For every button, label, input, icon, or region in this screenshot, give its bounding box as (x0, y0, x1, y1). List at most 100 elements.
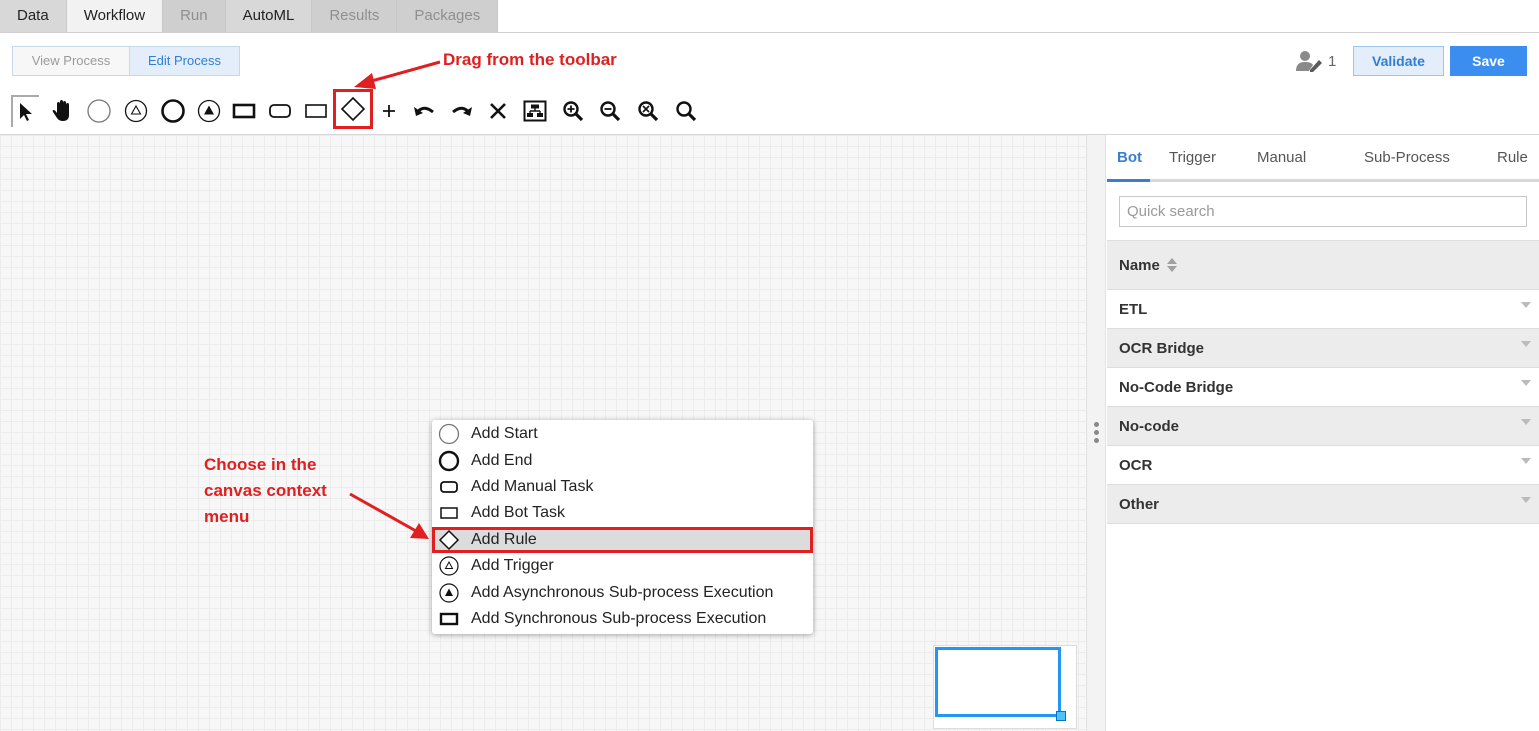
annotation-line: menu (204, 507, 250, 526)
sync-subprocess-tool[interactable] (227, 92, 261, 130)
start-event-tool[interactable] (82, 92, 116, 130)
delete-icon (490, 103, 506, 119)
row-label: OCR Bridge (1119, 339, 1205, 357)
canvas-context-menu: Add Start Add End Add Manual Task Add Bo… (432, 420, 813, 634)
menu-item-add-async-subprocess[interactable]: Add Asynchronous Sub-process Execution (432, 579, 813, 605)
row-label: No-code (1119, 417, 1179, 435)
redo-icon (452, 106, 472, 116)
pointer-tool[interactable] (11, 95, 39, 127)
tab-bot[interactable]: Bot (1117, 149, 1142, 166)
menu-item-label: Add Trigger (471, 557, 554, 575)
bot-task-tool[interactable] (299, 92, 333, 130)
zoom-fit-icon (638, 101, 659, 122)
async-subprocess-icon (438, 582, 460, 604)
top-tab-bar: Data Workflow Run AutoML Results Package… (0, 0, 499, 32)
list-item[interactable]: No-code (1107, 407, 1539, 446)
zoom-reset-icon (676, 101, 697, 122)
tab-manual[interactable]: Manual (1257, 149, 1306, 166)
menu-item-add-end[interactable]: Add End (432, 447, 813, 473)
save-button[interactable]: Save (1450, 46, 1527, 76)
trigger-event-icon (438, 555, 460, 577)
start-event-icon (438, 423, 460, 445)
menu-item-label: Add Asynchronous Sub-process Execution (471, 583, 774, 601)
undo-button[interactable] (408, 92, 442, 130)
active-editors[interactable]: 1 (1296, 50, 1336, 72)
zoom-out-button[interactable] (593, 92, 627, 130)
row-label: Other (1119, 495, 1160, 513)
hand-tool[interactable] (46, 92, 80, 130)
column-header-label: Name (1119, 256, 1160, 274)
minimap-viewport[interactable] (935, 647, 1061, 717)
tab-sub-process[interactable]: Sub-Process (1364, 149, 1450, 166)
tab-data[interactable]: Data (0, 0, 67, 32)
bot-task-icon (305, 104, 327, 118)
annotation-toolbar-note: Drag from the toolbar (443, 50, 617, 69)
chevron-down-icon[interactable] (1521, 380, 1531, 386)
user-edit-icon (1296, 51, 1322, 72)
menu-item-add-bot-task[interactable]: Add Bot Task (432, 500, 813, 526)
chevron-down-icon[interactable] (1521, 497, 1531, 503)
menu-item-add-sync-subprocess[interactable]: Add Synchronous Sub-process Execution (432, 606, 813, 632)
top-divider (0, 32, 1539, 33)
tab-workflow[interactable]: Workflow (66, 0, 164, 32)
chevron-down-icon[interactable] (1521, 341, 1531, 347)
manual-task-icon (269, 104, 291, 118)
menu-item-add-start[interactable]: Add Start (432, 421, 813, 447)
rule-gateway-icon (438, 529, 460, 551)
undo-icon (414, 106, 434, 116)
chevron-down-icon[interactable] (1521, 419, 1531, 425)
end-event-tool[interactable] (156, 92, 190, 130)
pointer-icon (20, 103, 32, 121)
tab-trigger[interactable]: Trigger (1169, 149, 1216, 166)
sort-icon[interactable] (1166, 257, 1178, 273)
active-tab-indicator (1107, 179, 1150, 182)
hand-pan-icon (52, 100, 69, 121)
menu-item-label: Add Start (471, 425, 538, 443)
list-item[interactable]: OCR Bridge (1107, 329, 1539, 368)
tab-packages[interactable]: Packages (397, 0, 499, 32)
add-tool[interactable] (372, 92, 406, 130)
edit-process-button[interactable]: Edit Process (129, 47, 239, 75)
end-event-icon (161, 99, 185, 123)
list-item[interactable]: ETL (1107, 290, 1539, 329)
active-editors-count: 1 (1328, 52, 1337, 70)
trigger-event-tool[interactable] (119, 92, 153, 130)
async-subprocess-tool[interactable] (192, 92, 226, 130)
zoom-in-button[interactable] (556, 92, 590, 130)
bot-task-icon (438, 502, 460, 524)
minimap-resize-handle[interactable] (1056, 711, 1066, 721)
row-label: OCR (1119, 456, 1153, 474)
end-event-icon (438, 450, 460, 472)
list-item[interactable]: No-Code Bridge (1107, 368, 1539, 407)
view-process-button[interactable]: View Process (13, 47, 129, 75)
arrow-to-toolbar (367, 60, 441, 84)
trigger-event-icon (124, 99, 148, 123)
rule-gateway-tool[interactable] (333, 89, 373, 129)
menu-item-add-trigger[interactable]: Add Trigger (432, 553, 813, 579)
redo-button[interactable] (444, 92, 478, 130)
auto-layout-button[interactable] (518, 92, 552, 130)
tab-run[interactable]: Run (163, 0, 226, 32)
quick-search-input[interactable] (1119, 196, 1527, 227)
list-item[interactable]: Other (1107, 485, 1539, 524)
zoom-fit-button[interactable] (631, 92, 665, 130)
menu-item-add-rule[interactable]: Add Rule (432, 526, 813, 553)
chevron-down-icon[interactable] (1521, 458, 1531, 464)
delete-button[interactable] (481, 92, 515, 130)
menu-item-add-manual-task[interactable]: Add Manual Task (432, 474, 813, 500)
tab-results[interactable]: Results (312, 0, 398, 32)
zoom-reset-button[interactable] (669, 92, 703, 130)
list-item[interactable]: OCR (1107, 446, 1539, 485)
drag-handle-icon[interactable] (1094, 422, 1099, 443)
sync-subprocess-icon (232, 103, 256, 119)
tab-rule[interactable]: Rule (1497, 149, 1528, 166)
row-label: No-Code Bridge (1119, 378, 1234, 396)
chevron-down-icon[interactable] (1521, 302, 1531, 308)
element-library-panel: Bot Trigger Manual Sub-Process Rule Name… (1107, 135, 1539, 731)
canvas-minimap[interactable] (933, 645, 1077, 729)
manual-task-tool[interactable] (263, 92, 297, 130)
zoom-out-icon (600, 101, 621, 122)
name-column-header[interactable]: Name (1107, 240, 1539, 290)
validate-button[interactable]: Validate (1353, 46, 1444, 76)
tab-automl[interactable]: AutoML (225, 0, 313, 32)
